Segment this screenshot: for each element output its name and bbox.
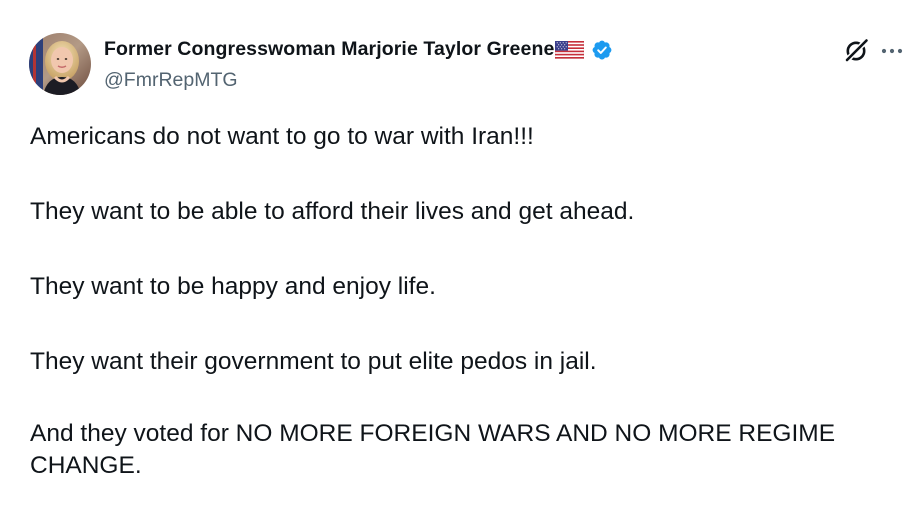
author-display-name[interactable]: Former Congresswoman Marjorie Taylor Gre… [104, 38, 554, 61]
more-options-icon[interactable] [880, 43, 906, 59]
author-handle[interactable]: @FmrRepMTG [104, 69, 238, 92]
tweet-body: Americans do not want to go to war with … [30, 118, 890, 482]
tweet-card[interactable]: Former Congresswoman Marjorie Taylor Gre… [0, 0, 914, 506]
tweet-paragraph: They want to be happy and enjoy life. [30, 273, 436, 300]
grok-icon[interactable] [843, 37, 870, 64]
tweet-paragraph: They want their government to put elite … [30, 348, 597, 375]
avatar[interactable] [29, 33, 91, 95]
author-name-row: Former Congresswoman Marjorie Taylor Gre… [104, 38, 613, 61]
tweet-paragraph: They want to be able to afford their liv… [30, 198, 635, 225]
verified-badge-icon[interactable] [591, 39, 613, 61]
us-flag-icon [555, 40, 585, 59]
tweet-paragraph: And they voted for NO MORE FOREIGN WARS … [30, 420, 836, 479]
tweet-paragraph: Americans do not want to go to war with … [30, 123, 534, 150]
